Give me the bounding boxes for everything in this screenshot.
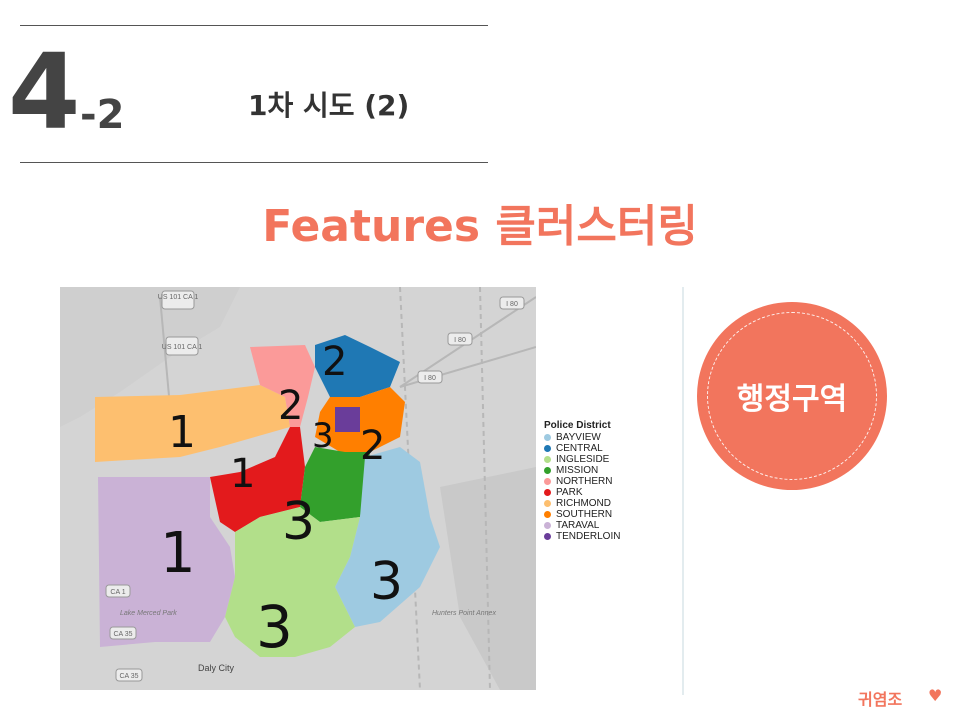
main-title: Features 클러스터링 — [262, 201, 698, 252]
highway-shield: CA 35 — [115, 668, 143, 682]
highway-label: CA 35 — [119, 673, 138, 680]
slide-heading: 1차 시도 (2) — [248, 89, 410, 122]
cluster-mark: 1 — [168, 407, 196, 458]
highway-label: I 80 — [506, 301, 518, 308]
highway-shield: CA 35 — [109, 626, 137, 640]
legend-swatch — [544, 445, 551, 452]
place-label: Hunters Point Annex — [432, 610, 496, 617]
admin-district-badge: 행정구역 — [697, 302, 887, 490]
legend-item: TENDERLOIN — [544, 531, 620, 542]
legend-item: MISSION — [544, 465, 620, 476]
legend-label: NORTHERN — [556, 476, 613, 487]
cluster-mark: 3 — [282, 492, 315, 552]
legend-swatch — [544, 522, 551, 529]
legend-swatch — [544, 467, 551, 474]
cluster-mark: 3 — [312, 416, 334, 456]
legend-label: RICHMOND — [556, 498, 611, 509]
section-number: 4 — [8, 31, 80, 153]
highway-label: I 80 — [454, 337, 466, 344]
legend-label: PARK — [556, 487, 583, 498]
legend-title: Police District — [544, 420, 611, 431]
legend-swatch — [544, 533, 551, 540]
legend-label: TARAVAL — [556, 520, 600, 531]
legend-swatch — [544, 489, 551, 496]
legend-swatch — [544, 478, 551, 485]
section-subnumber: -2 — [80, 92, 125, 138]
cluster-mark: 3 — [370, 552, 403, 612]
police-district-map: US 101 CA 1 US 101 CA 1 I 80 I 80 I 80 C… — [60, 287, 536, 690]
legend-item: TARAVAL — [544, 520, 620, 531]
highway-label: CA 1 — [110, 589, 125, 596]
heart-icon: ♥ — [928, 686, 943, 705]
legend-item: BAYVIEW — [544, 432, 620, 443]
cluster-mark: 2 — [322, 339, 347, 385]
legend-item: RICHMOND — [544, 498, 620, 509]
place-label: Lake Merced Park — [120, 610, 177, 617]
legend-item: CENTRAL — [544, 443, 620, 454]
legend-swatch — [544, 500, 551, 507]
highway-label: US 101 CA 1 — [158, 294, 199, 301]
cluster-mark: 1 — [160, 521, 196, 586]
cluster-mark: 2 — [360, 423, 385, 469]
legend-label: TENDERLOIN — [556, 531, 621, 542]
badge-label: 행정구역 — [736, 382, 848, 417]
highway-shield: I 80 — [447, 332, 473, 346]
legend-label: CENTRAL — [556, 443, 603, 454]
legend-item: PARK — [544, 487, 620, 498]
vertical-divider — [682, 287, 684, 695]
legend-swatch — [544, 434, 551, 441]
highway-shield: US 101 CA 1 — [158, 290, 199, 310]
highway-shield: CA 1 — [105, 584, 131, 598]
legend-label: INGLESIDE — [556, 454, 610, 465]
team-name: 귀염조 — [858, 690, 903, 709]
cluster-mark: 1 — [230, 451, 255, 497]
place-label: Daly City — [198, 663, 235, 673]
highway-shield: US 101 CA 1 — [162, 336, 203, 356]
highway-label: CA 35 — [113, 631, 132, 638]
legend-item: NORTHERN — [544, 476, 620, 487]
legend-swatch — [544, 511, 551, 518]
legend-label: SOUTHERN — [556, 509, 613, 520]
legend-label: BAYVIEW — [556, 432, 601, 443]
legend-item: SOUTHERN — [544, 509, 620, 520]
top-rule — [20, 25, 488, 26]
bottom-rule — [20, 162, 488, 163]
highway-shield: I 80 — [417, 370, 443, 384]
highway-shield: I 80 — [499, 296, 525, 310]
legend-item: INGLESIDE — [544, 454, 620, 465]
legend-swatch — [544, 456, 551, 463]
legend-label: MISSION — [556, 465, 599, 476]
district-tenderloin — [335, 407, 360, 432]
map-legend: Police District BAYVIEW CENTRAL INGLESIDE M… — [544, 420, 620, 542]
cluster-mark: 2 — [278, 383, 303, 429]
highway-label: I 80 — [424, 375, 436, 382]
highway-label: US 101 CA 1 — [162, 344, 203, 351]
cluster-mark: 3 — [256, 593, 293, 661]
